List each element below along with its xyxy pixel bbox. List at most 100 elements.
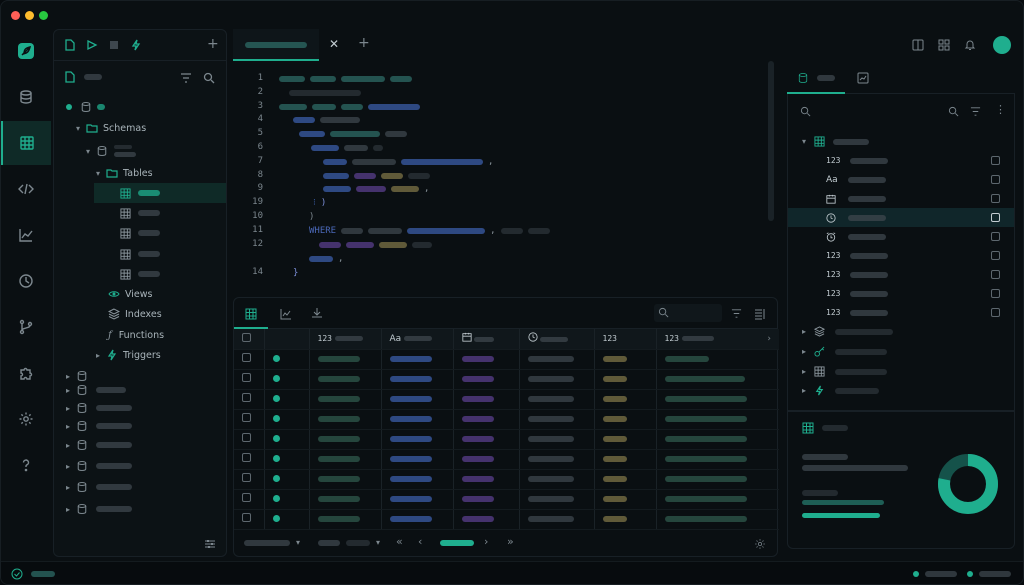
inspector-keys-node[interactable]: ▸	[788, 342, 1014, 361]
add-connection-icon[interactable]: +	[207, 36, 219, 52]
tree-triggers[interactable]: ▸ Triggers	[54, 345, 226, 365]
search-icon[interactable]	[800, 106, 811, 117]
checkbox[interactable]	[991, 270, 1000, 279]
table-row[interactable]	[234, 389, 779, 410]
header-numeric-col[interactable]: 123	[309, 329, 382, 350]
header-select-all[interactable]	[234, 329, 265, 350]
rail-tables[interactable]	[1, 121, 51, 165]
checkbox[interactable]	[242, 353, 251, 362]
avatar[interactable]	[993, 36, 1011, 54]
grid-layout-icon[interactable]	[938, 39, 950, 51]
column-row[interactable]	[788, 227, 1014, 246]
checkbox[interactable]	[991, 232, 1000, 241]
last-page-icon[interactable]: »	[507, 535, 514, 548]
download-icon[interactable]	[311, 307, 323, 319]
column-row-selected[interactable]	[788, 208, 1014, 227]
checkbox[interactable]	[242, 453, 251, 462]
filter-icon[interactable]	[731, 308, 742, 319]
table-row[interactable]	[234, 409, 779, 430]
checkbox[interactable]	[242, 332, 251, 342]
table-row[interactable]	[234, 449, 779, 470]
checkbox[interactable]	[991, 308, 1000, 317]
tab-schema[interactable]	[787, 61, 845, 94]
rail-databases[interactable]	[1, 75, 51, 119]
run-icon[interactable]	[86, 39, 98, 51]
tree-table[interactable]	[54, 203, 226, 223]
split-view-icon[interactable]	[912, 39, 924, 51]
close-window-button[interactable]	[11, 11, 20, 20]
header-numeric-col[interactable]: 123	[594, 329, 657, 350]
activity-icon[interactable]	[857, 72, 869, 84]
checkbox[interactable]	[242, 473, 251, 482]
column-row[interactable]: 123	[788, 246, 1014, 265]
search-icon[interactable]	[203, 72, 215, 84]
rail-branches[interactable]	[1, 305, 51, 349]
checkbox[interactable]	[991, 194, 1000, 203]
page-indicator[interactable]	[440, 540, 474, 546]
prev-page-icon[interactable]: ‹	[418, 535, 422, 548]
tab-grid[interactable]	[234, 298, 268, 329]
stop-icon[interactable]	[108, 39, 120, 51]
tree-table[interactable]	[54, 244, 226, 264]
tree-connection-collapsed[interactable]: ▸	[54, 477, 226, 497]
checkbox[interactable]	[242, 413, 251, 422]
table-row[interactable]	[234, 349, 779, 370]
tree-table[interactable]	[54, 264, 226, 284]
editor-scrollbar[interactable]	[768, 61, 774, 221]
tree-connection-collapsed[interactable]: ▸	[54, 380, 226, 400]
rail-settings[interactable]	[1, 397, 51, 441]
minimize-window-button[interactable]	[25, 11, 34, 20]
checkbox[interactable]	[991, 289, 1000, 298]
tree-connection[interactable]	[54, 97, 226, 117]
table-row[interactable]	[234, 369, 779, 390]
tree-connection-collapsed[interactable]: ▸	[54, 499, 226, 519]
rail-help[interactable]	[1, 443, 51, 487]
scroll-right-icon[interactable]: ›	[767, 334, 771, 344]
lightning-icon[interactable]	[130, 39, 142, 51]
checkbox[interactable]	[242, 393, 251, 402]
new-tab-icon[interactable]: +	[358, 35, 370, 51]
table-row[interactable]	[234, 509, 779, 530]
tree-schema[interactable]: ▾	[54, 141, 226, 161]
rail-extensions[interactable]	[1, 351, 51, 395]
inspector-constraints-node[interactable]: ▸	[788, 362, 1014, 381]
new-file-icon[interactable]	[64, 39, 76, 51]
results-search-input[interactable]	[654, 304, 722, 322]
inspector-triggers-node[interactable]: ▸	[788, 381, 1014, 400]
column-row[interactable]: 123	[788, 284, 1014, 303]
tree-indexes[interactable]: Indexes	[54, 304, 226, 324]
gear-icon[interactable]	[754, 538, 766, 550]
header-date-col[interactable]	[453, 329, 520, 350]
more-options-icon[interactable]: ⋮	[995, 103, 1006, 116]
table-row[interactable]	[234, 469, 779, 490]
tree-connection-collapsed[interactable]: ▸	[54, 398, 226, 418]
sql-editor[interactable]: 1 2 3 4 5 7 6 8 9 19 10 11 12 14 , , ⁝) …	[233, 61, 778, 289]
checkbox[interactable]	[242, 513, 251, 522]
format-select[interactable]: ▾	[318, 538, 380, 547]
checkbox[interactable]	[242, 493, 251, 502]
table-row[interactable]	[234, 489, 779, 510]
header-numeric-col[interactable]: 123 ›	[656, 329, 779, 350]
filter-icon[interactable]	[180, 72, 192, 84]
rail-charts[interactable]	[1, 213, 51, 257]
rail-history[interactable]	[1, 259, 51, 303]
tree-tables[interactable]: ▾ Tables	[54, 163, 226, 183]
columns-icon[interactable]	[754, 308, 766, 320]
column-row[interactable]: Aa	[788, 170, 1014, 189]
column-row[interactable]	[788, 189, 1014, 208]
maximize-window-button[interactable]	[39, 11, 48, 20]
header-status[interactable]	[264, 329, 310, 350]
close-tab-icon[interactable]: ✕	[329, 37, 339, 51]
filter-icon[interactable]	[970, 106, 981, 117]
tree-connection-collapsed[interactable]: ▸	[54, 456, 226, 476]
first-page-icon[interactable]: «	[396, 535, 403, 548]
tree-views[interactable]: Views	[54, 284, 226, 304]
inspector-table-node[interactable]: ▾	[788, 132, 1014, 151]
tree-connection-collapsed[interactable]: ▸	[54, 416, 226, 436]
sliders-icon[interactable]	[204, 538, 216, 550]
checkbox[interactable]	[242, 373, 251, 382]
checkbox[interactable]	[242, 433, 251, 442]
tree-table-selected[interactable]	[94, 183, 226, 203]
header-text-col[interactable]: Aa	[381, 329, 454, 350]
inspector-indexes-node[interactable]: ▸	[788, 322, 1014, 341]
